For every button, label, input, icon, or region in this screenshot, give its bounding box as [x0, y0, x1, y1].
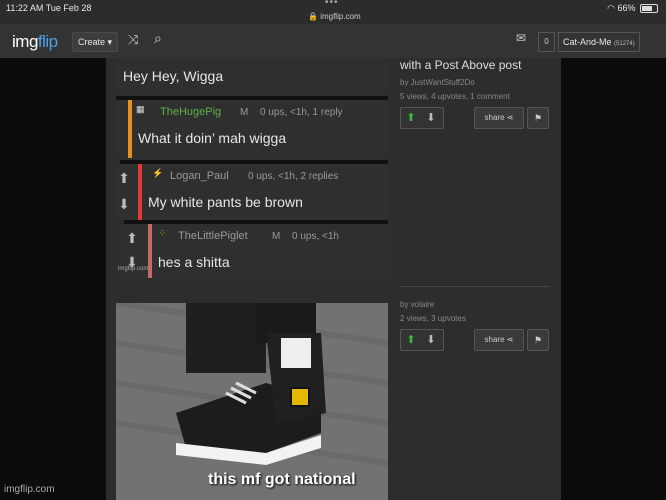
post-author[interactable]: by JustWantStuff2Do: [400, 78, 475, 87]
comment-text: Hey Hey, Wigga: [123, 68, 224, 84]
battery-text: 66%: [617, 3, 636, 13]
meme-image[interactable]: this mf got national: [116, 303, 388, 500]
comment-thread-bar: [128, 100, 132, 158]
battery-icon: [640, 4, 658, 14]
post-author[interactable]: by volaire: [400, 300, 434, 309]
comment-username[interactable]: TheHugePig: [160, 106, 221, 118]
comment-username[interactable]: TheLittlePiglet: [178, 230, 248, 242]
upvote-icon[interactable]: ⬆: [401, 330, 421, 350]
share-label: share: [484, 113, 505, 122]
comment-thread-bar: [138, 164, 142, 220]
post-stats: 5 views, 4 upvotes, 1 comment: [400, 92, 510, 101]
status-right: ◠ 66%: [607, 3, 658, 14]
url-text: imgflip.com: [320, 12, 361, 21]
status-time: 11:22 AM Tue Feb 28: [6, 3, 92, 13]
meme-caption: this mf got national: [208, 471, 356, 488]
share-label: share: [484, 335, 505, 344]
logo-flip: flip: [37, 32, 58, 51]
comment-text: What it doin’ mah wigga: [138, 130, 287, 146]
small-watermark: imgflip.com: [118, 266, 149, 272]
comment-mod-badge: M: [240, 107, 249, 118]
notification-count[interactable]: 0: [538, 32, 555, 52]
flag-button[interactable]: ⚑: [527, 107, 549, 129]
comment-meta: 0 ups, <1h, 1 reply: [260, 107, 343, 118]
upvote-icon[interactable]: ⬆: [122, 228, 142, 248]
downvote-icon[interactable]: ⬇: [421, 330, 441, 350]
top-navbar: imgflip Create ▾ ⤨ ⌕ ✉ 0 Cat-And-Me (512…: [0, 24, 666, 58]
username: Cat-And-Me: [563, 37, 612, 47]
share-button[interactable]: share ⋖: [474, 329, 524, 351]
comment-mod-badge: M: [272, 231, 281, 242]
post-stats: 2 views, 3 upvotes: [400, 314, 466, 323]
avatar: ▦: [136, 104, 145, 114]
comment-username[interactable]: Logan_Paul: [170, 170, 229, 182]
wifi-icon: ◠: [607, 3, 615, 13]
downvote-icon[interactable]: ⬇: [114, 194, 134, 214]
avatar: ⚡: [152, 168, 164, 178]
mail-icon[interactable]: ✉: [516, 31, 526, 45]
comment-text: My white pants be brown: [148, 194, 303, 210]
imgflip-logo[interactable]: imgflip: [12, 32, 58, 52]
flag-icon: ⚑: [533, 113, 543, 123]
search-icon[interactable]: ⌕: [154, 30, 162, 47]
comment-loganpaul: ⬆ ⬇ ⚡ Logan_Paul 0 ups, <1h, 2 replies M…: [116, 164, 388, 220]
url-bar[interactable]: 🔒 imgflip.com: [308, 12, 361, 21]
flag-button[interactable]: ⚑: [527, 329, 549, 351]
user-points: (51274): [614, 41, 635, 47]
main-content: Hey Hey, Wigga ▦ TheHugePig M 0 ups, <1h…: [106, 58, 561, 500]
comment-meta: 0 ups, <1h, 2 replies: [248, 171, 339, 182]
post-title[interactable]: with a Post Above post: [400, 58, 521, 72]
imgflip-watermark: imgflip.com: [4, 484, 55, 495]
avatar: ⁘: [158, 228, 167, 239]
downvote-icon[interactable]: ⬇: [421, 108, 441, 128]
upvote-icon[interactable]: ⬆: [401, 108, 421, 128]
post-vote-box: ⬆ ⬇: [400, 107, 444, 129]
logo-img: img: [12, 32, 38, 51]
comment-hey: Hey Hey, Wigga: [116, 58, 388, 94]
comment-thehugepig: ▦ TheHugePig M 0 ups, <1h, 1 reply What …: [116, 100, 388, 158]
share-icon: ⋖: [506, 113, 514, 122]
user-menu-button[interactable]: Cat-And-Me (51274): [558, 32, 640, 52]
create-button[interactable]: Create ▾: [72, 32, 119, 52]
more-dots-icon[interactable]: •••: [325, 0, 339, 8]
comment-text: hes a shitta: [158, 254, 230, 270]
post-vote-box: ⬆ ⬇: [400, 329, 444, 351]
shuffle-icon[interactable]: ⤨: [128, 32, 138, 48]
flag-icon: ⚑: [533, 335, 543, 345]
comment-meta: 0 ups, <1h: [292, 231, 339, 242]
share-icon: ⋖: [506, 335, 514, 344]
post-separator: [400, 286, 550, 287]
comment-thread-bar: [148, 224, 152, 278]
status-bar: 11:22 AM Tue Feb 28 ••• 🔒 imgflip.com ◠ …: [0, 0, 666, 24]
upvote-icon[interactable]: ⬆: [114, 168, 134, 188]
share-button[interactable]: share ⋖: [474, 107, 524, 129]
comment-thelittlepiglet: ⬆ ⬇ imgflip.com ⁘ TheLittlePiglet M 0 up…: [118, 224, 390, 278]
